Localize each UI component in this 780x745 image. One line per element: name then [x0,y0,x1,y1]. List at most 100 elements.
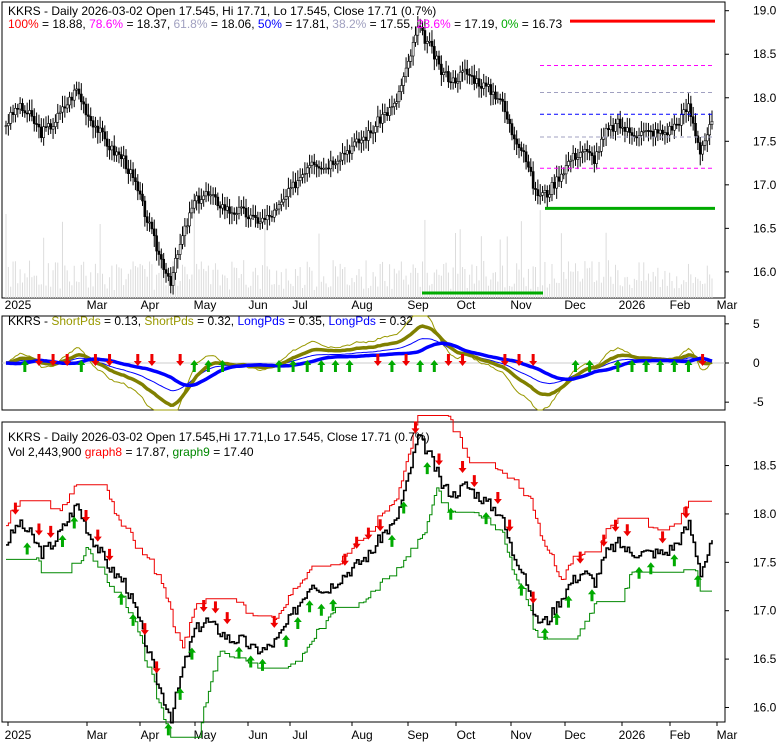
candle-body [425,41,429,44]
candle-body [611,125,615,132]
candle-body [473,75,476,84]
x-tick-label: Apr [141,728,160,742]
candle-body [496,98,500,100]
candle-body [604,128,608,138]
sell-arrow-osc [402,354,411,366]
candle-body [68,96,71,106]
buy-arrow [317,603,326,616]
candle-body [357,138,361,144]
candle-body [360,139,363,144]
candle-body [503,100,507,113]
x-tick-label-top: Mar [717,298,738,312]
candle-body [103,131,107,140]
candle-body [550,182,554,195]
candle-body [87,114,90,117]
x-tick-label: Mar [87,728,108,742]
candle-body [89,116,93,121]
buy-arrow-osc [190,360,199,372]
candle-body [600,138,603,152]
candle-body [616,118,620,124]
candle-body [658,129,662,134]
x-tick-label-top: Mar [87,298,108,312]
fib-legend: 100% = 18.88, 78.6% = 18.37, 61.8% = 18.… [8,17,562,31]
fib-label: 61.8% [173,17,207,31]
fib-label: 50% [258,17,282,31]
candle-body [414,34,417,43]
sell-arrow [493,491,502,504]
candle-body [228,206,231,214]
y-tick-label: 18.0 [753,507,777,521]
candle-body [640,131,643,136]
candle-body [701,145,704,155]
stops-label: graph9 [172,445,210,459]
candle-body [392,102,396,107]
sell-arrow [623,524,632,537]
candle-body [334,163,337,166]
candle-body [668,125,671,136]
candle-body [47,123,50,127]
candle-body [289,187,293,190]
candle-body [449,81,453,84]
candle-body [489,84,493,95]
candle-body [644,130,648,132]
candle-body [232,212,236,215]
candle-body [623,126,627,132]
x-tick-label: Feb [670,728,691,742]
candle-body [574,152,577,160]
candle-body [310,161,314,166]
candle-body [214,194,217,198]
chart-canvas: 2025 2025 Mar Mar Apr Apr May May Jun Jun Jul Jul Au… [1,1,777,742]
candle-body [160,254,163,260]
x-tick-label: Dec [564,728,585,742]
candle-body [65,104,69,109]
candle-body [348,150,351,154]
candle-body [327,167,330,170]
x-tick-label: Sep [407,728,429,742]
candle-body [211,194,215,196]
sell-arrow [658,531,667,544]
candle-body [221,204,224,209]
candle-body [527,161,530,168]
candle-body [35,123,38,125]
x-tick-label-top: 2025 [5,298,32,312]
candle-body [291,181,295,189]
candle-body [317,166,321,169]
osc-label: ShortPds [144,314,193,328]
sell-arrow [34,523,43,536]
candle-body [23,110,27,114]
fib-value: = 17.81, [282,17,332,31]
y-tick-label: 18.5 [753,47,777,61]
candle-body [444,71,448,73]
candle-body [433,46,436,60]
osc-label: ShortPds [51,314,100,328]
y-tick-label: 17.5 [753,134,777,148]
vol-text: Vol 2,443,900 [8,445,85,459]
candle-body [710,120,714,125]
candle-body [687,103,690,112]
candle-body [531,171,535,189]
candle-body [423,30,427,44]
candle-body [127,168,130,174]
candle-body [522,150,526,153]
candle-body [223,204,227,211]
candle-body [157,250,161,255]
candle-body [362,136,366,141]
candle-body [110,145,114,151]
shortpds-line-2 [5,324,713,407]
y-tick-label: -5 [753,395,764,409]
y-tick-label: 19.0 [753,4,777,18]
candle-body [331,160,335,165]
candle-body [341,152,344,161]
longpds-line-1 [5,338,713,392]
candle-body [451,77,455,83]
candle-body [120,154,123,160]
candle-body [14,108,17,115]
candle-body [91,120,95,128]
candle-body [49,123,53,130]
candle-body [84,103,88,116]
buy-arrow [282,634,291,647]
candle-body [138,190,142,195]
candle-body [185,225,189,228]
osc-value: = 0.35, [285,314,329,328]
candle-body [343,152,347,155]
